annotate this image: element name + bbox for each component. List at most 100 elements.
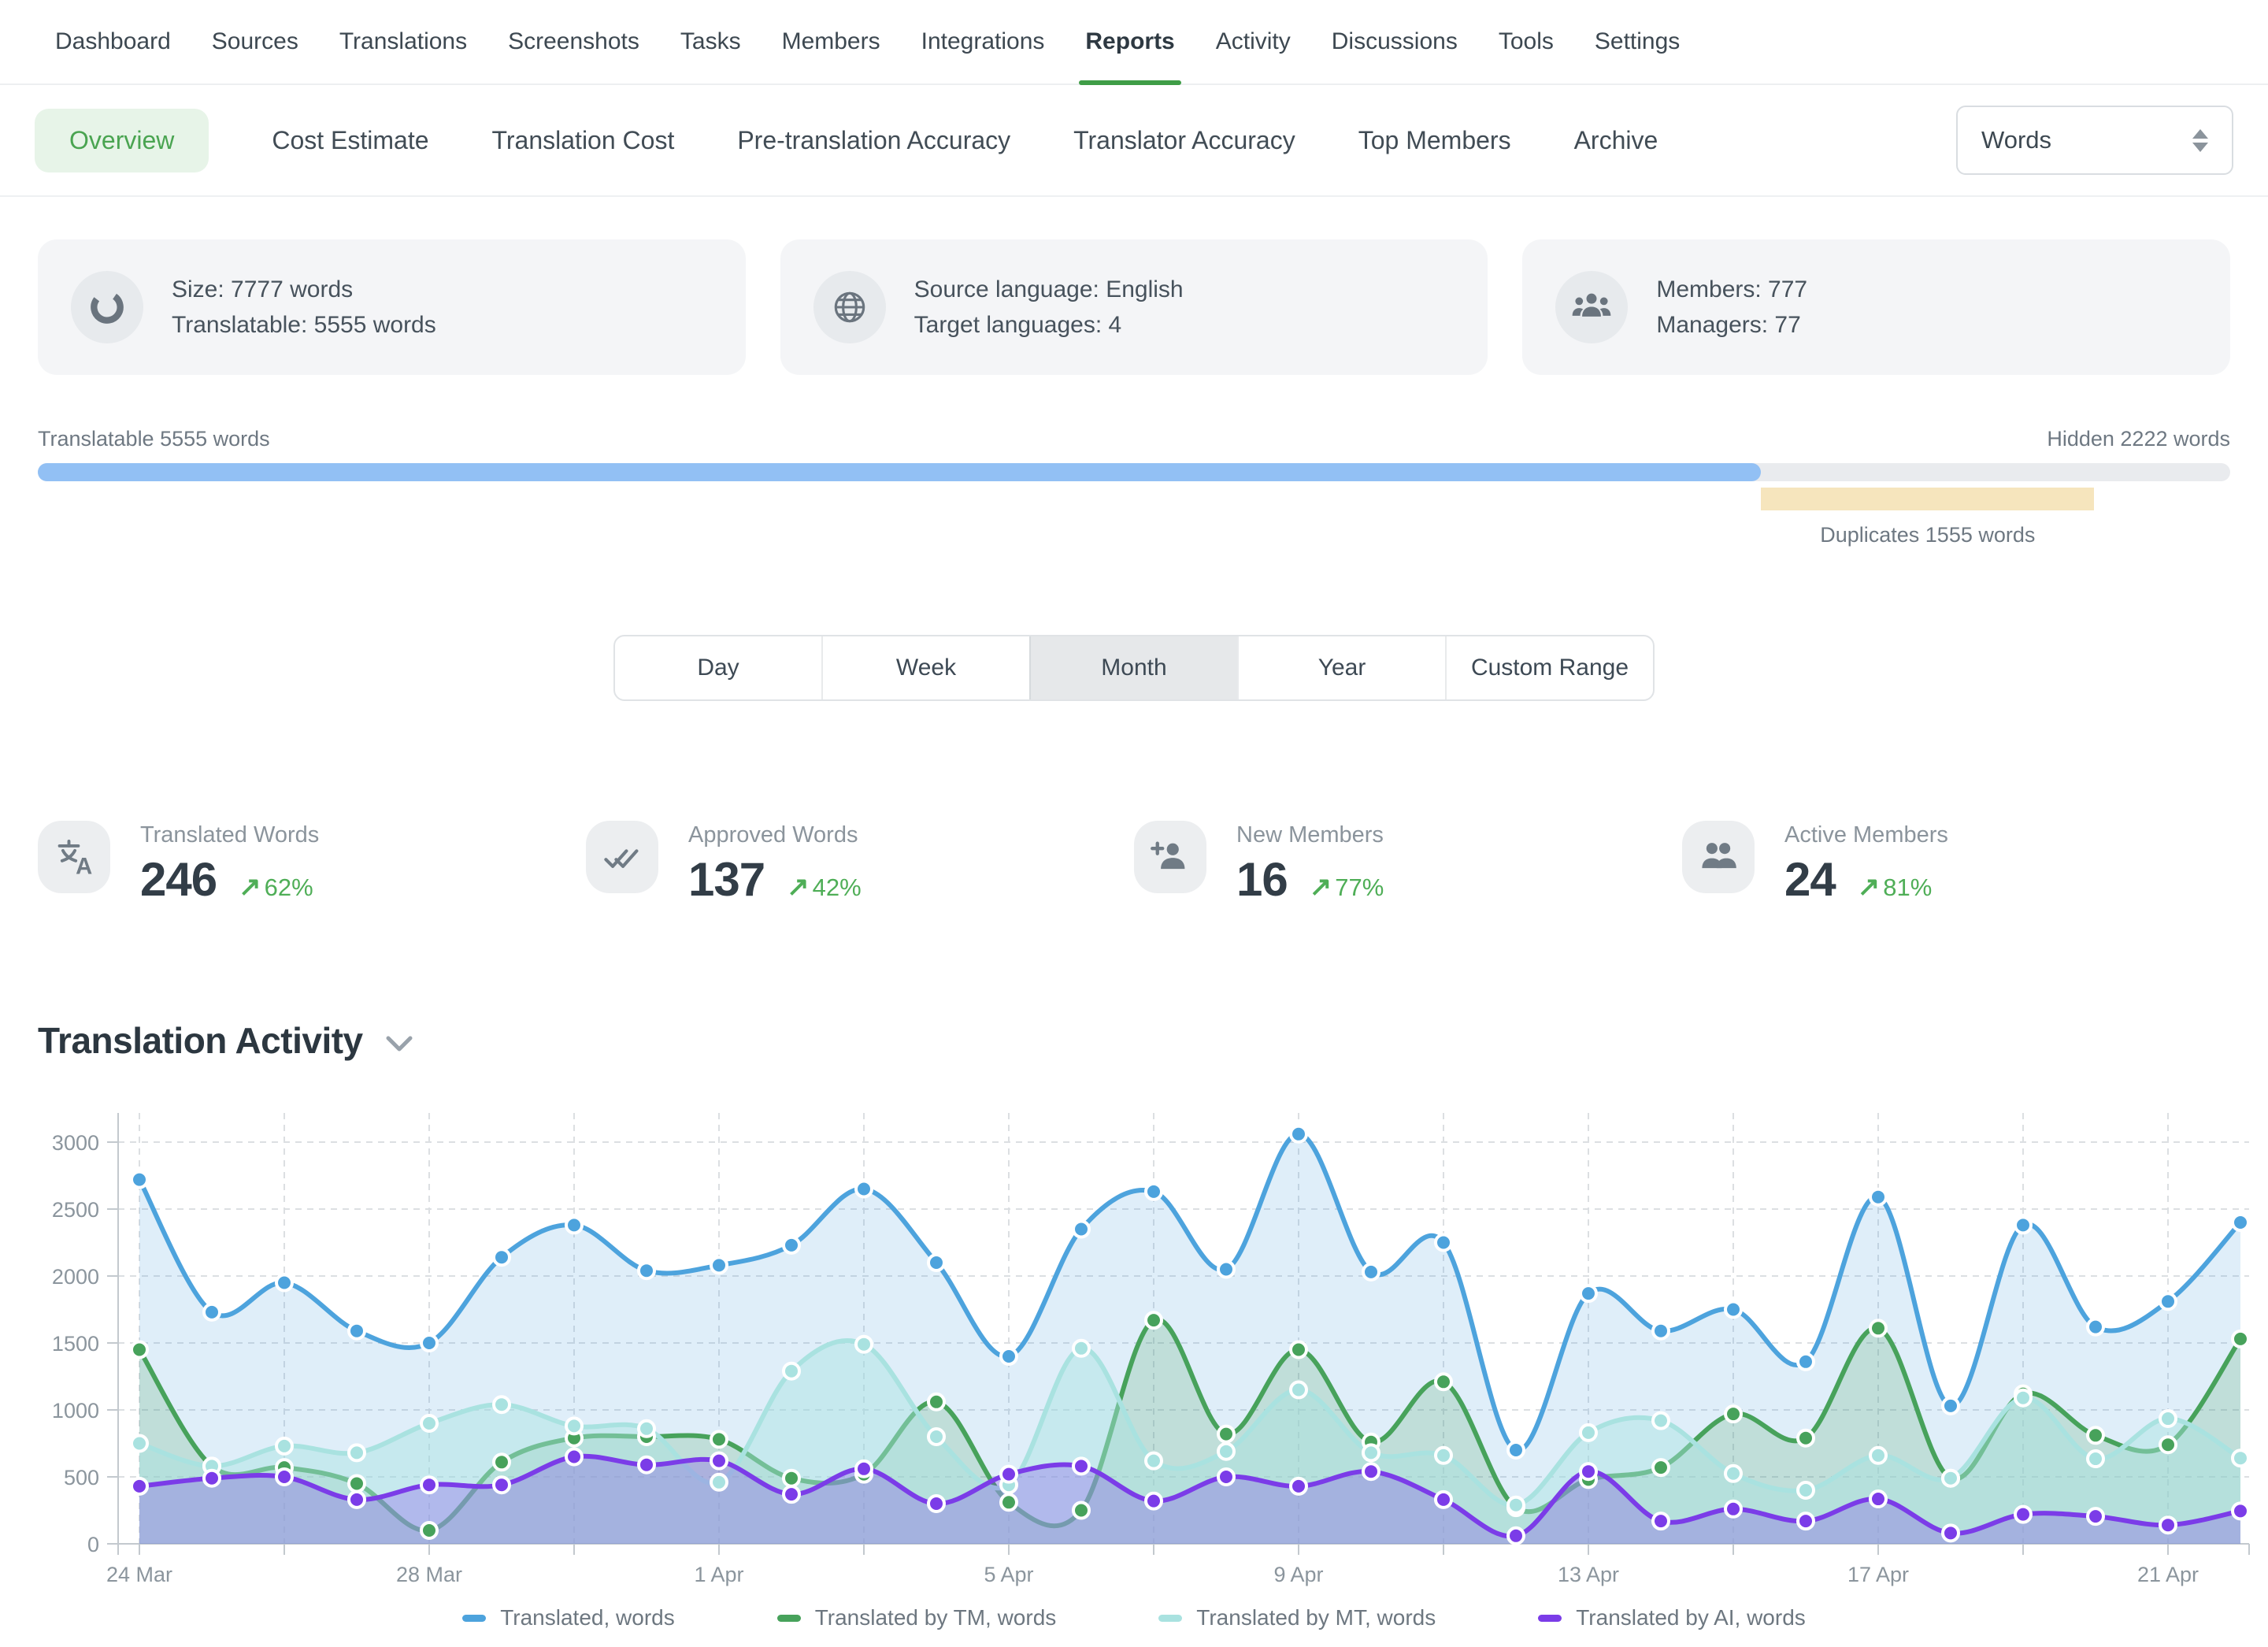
range-tab-month[interactable]: Month xyxy=(1029,636,1237,699)
info-card: Size: 7777 wordsTranslatable: 5555 words xyxy=(38,239,746,375)
svg-text:28 Mar: 28 Mar xyxy=(396,1563,462,1586)
info-card-text: Members: 777Managers: 77 xyxy=(1656,272,1807,343)
svg-text:2500: 2500 xyxy=(52,1198,99,1222)
unit-select-value: Words xyxy=(1981,126,2051,154)
svg-text:3000: 3000 xyxy=(52,1131,99,1155)
legend-label: Translated by AI, words xyxy=(1576,1605,1806,1630)
svg-text:5 Apr: 5 Apr xyxy=(984,1563,1033,1586)
legend-item[interactable]: Translated by TM, words xyxy=(777,1605,1057,1630)
svg-text:9 Apr: 9 Apr xyxy=(1273,1563,1323,1586)
stat-value: 24 xyxy=(1784,856,1836,903)
legend-swatch xyxy=(1158,1615,1182,1622)
date-range-tabs: DayWeekMonthYearCustom Range xyxy=(613,635,1655,701)
trend-up-icon: ↗ xyxy=(1858,871,1881,903)
translate-icon: A xyxy=(38,821,110,893)
sort-chevrons-icon xyxy=(2192,129,2208,152)
people-icon xyxy=(1682,821,1755,893)
stat-card-translated-words: ATranslated Words246↗62% xyxy=(38,818,586,903)
nav-item-integrations[interactable]: Integrations xyxy=(921,0,1045,83)
stat-delta: ↗77% xyxy=(1310,871,1384,903)
words-breakdown-bar: Duplicates 1555 words xyxy=(38,463,2230,573)
legend-swatch xyxy=(1538,1615,1562,1622)
globe-icon xyxy=(813,271,886,343)
stat-card-active-members: Active Members 24 ↗81% xyxy=(1682,818,2230,903)
stat-delta: ↗62% xyxy=(239,871,313,903)
project-info-cards: Size: 7777 wordsTranslatable: 5555 words… xyxy=(38,239,2230,375)
report-tab-overview[interactable]: Overview xyxy=(35,109,209,172)
report-tab-top-members[interactable]: Top Members xyxy=(1358,126,1511,155)
svg-text:500: 500 xyxy=(64,1466,99,1489)
legend-label: Translated, words xyxy=(500,1605,675,1630)
svg-text:21 Apr: 21 Apr xyxy=(2137,1563,2199,1586)
stat-card-new-members: New Members 16 ↗77% xyxy=(1134,818,1682,903)
nav-item-sources[interactable]: Sources xyxy=(212,0,298,83)
range-tab-custom-range[interactable]: Custom Range xyxy=(1445,636,1653,699)
info-card-text: Source language: EnglishTarget languages… xyxy=(914,272,1184,343)
nav-item-translations[interactable]: Translations xyxy=(339,0,467,83)
members-icon xyxy=(1555,271,1628,343)
info-card: Members: 777Managers: 77 xyxy=(1522,239,2230,375)
legend-item[interactable]: Translated by MT, words xyxy=(1158,1605,1436,1630)
nav-item-members[interactable]: Members xyxy=(782,0,880,83)
svg-text:0: 0 xyxy=(87,1533,99,1556)
translatable-words-segment xyxy=(38,463,1761,481)
stat-delta: ↗81% xyxy=(1858,871,1933,903)
translation-activity-chart: 0 500 1000 1500 2000 2500 3000 24 Mar 28 Mar 1 Ap… xyxy=(0,1091,2268,1603)
top-navigation: Dashboard Sources Translations Screenshots T… xyxy=(0,0,2268,85)
report-tab-translation-cost[interactable]: Translation Cost xyxy=(492,126,675,155)
report-tabs: Overview Cost Estimate Translation Cost Pre… xyxy=(35,109,1658,172)
stat-label: New Members xyxy=(1236,822,1384,848)
report-tab-cost-estimate[interactable]: Cost Estimate xyxy=(272,126,428,155)
svg-text:13 Apr: 13 Apr xyxy=(1558,1563,1619,1586)
duplicates-words-label: Duplicates 1555 words xyxy=(1607,523,2248,547)
chevron-down-icon[interactable] xyxy=(385,1035,413,1054)
svg-text:1000: 1000 xyxy=(52,1399,99,1423)
range-tab-year[interactable]: Year xyxy=(1237,636,1445,699)
page-section-title: Translation Activity xyxy=(38,1019,363,1062)
legend-item[interactable]: Translated, words xyxy=(462,1605,675,1630)
stat-label: Approved Words xyxy=(688,822,862,848)
nav-item-settings[interactable]: Settings xyxy=(1595,0,1680,83)
trend-up-icon: ↗ xyxy=(239,871,261,903)
svg-text:1500: 1500 xyxy=(52,1332,99,1356)
svg-text:2000: 2000 xyxy=(52,1265,99,1289)
report-tab-pre-translation-accuracy[interactable]: Pre-translation Accuracy xyxy=(737,126,1010,155)
info-card-text: Size: 7777 wordsTranslatable: 5555 words xyxy=(172,272,436,343)
stat-delta: ↗42% xyxy=(787,871,862,903)
nav-item-activity[interactable]: Activity xyxy=(1216,0,1291,83)
nav-item-dashboard[interactable]: Dashboard xyxy=(55,0,171,83)
nav-item-tasks[interactable]: Tasks xyxy=(680,0,741,83)
words-bar-track xyxy=(38,463,2230,481)
report-tab-translator-accuracy[interactable]: Translator Accuracy xyxy=(1073,126,1295,155)
hidden-words-label: Hidden 2222 words xyxy=(2047,427,2230,451)
svg-text:A: A xyxy=(76,855,92,877)
nav-item-discussions[interactable]: Discussions xyxy=(1332,0,1458,83)
progress-ring-icon xyxy=(71,271,143,343)
duplicates-words-segment xyxy=(1761,488,2094,510)
nav-item-reports[interactable]: Reports xyxy=(1085,0,1174,83)
trend-up-icon: ↗ xyxy=(1310,871,1332,903)
stat-value: 137 xyxy=(688,856,765,903)
range-tab-week[interactable]: Week xyxy=(821,636,1029,699)
kpi-stats: ATranslated Words246↗62%Approved Words13… xyxy=(38,818,2230,903)
report-tab-archive[interactable]: Archive xyxy=(1574,126,1658,155)
words-breakdown-labels: Translatable 5555 words Hidden 2222 word… xyxy=(38,427,2230,451)
unit-select[interactable]: Words xyxy=(1956,106,2233,175)
chart-legend: Translated, words Translated by TM, words… xyxy=(0,1605,2268,1630)
legend-swatch xyxy=(462,1615,486,1622)
nav-item-tools[interactable]: Tools xyxy=(1499,0,1554,83)
nav-item-screenshots[interactable]: Screenshots xyxy=(508,0,639,83)
stat-label: Active Members xyxy=(1784,822,1948,848)
legend-label: Translated by MT, words xyxy=(1196,1605,1436,1630)
translatable-words-label: Translatable 5555 words xyxy=(38,427,270,451)
svg-text:24 Mar: 24 Mar xyxy=(106,1563,172,1586)
range-tab-day[interactable]: Day xyxy=(615,636,821,699)
double-check-icon xyxy=(586,821,658,893)
reports-overview-page: Dashboard Sources Translations Screenshots T… xyxy=(0,0,2268,1647)
legend-label: Translated by TM, words xyxy=(815,1605,1057,1630)
stat-value: 16 xyxy=(1236,856,1288,903)
person-add-icon xyxy=(1134,821,1206,893)
stat-value: 246 xyxy=(140,856,217,903)
legend-item[interactable]: Translated by AI, words xyxy=(1538,1605,1806,1630)
svg-text:1 Apr: 1 Apr xyxy=(694,1563,743,1586)
